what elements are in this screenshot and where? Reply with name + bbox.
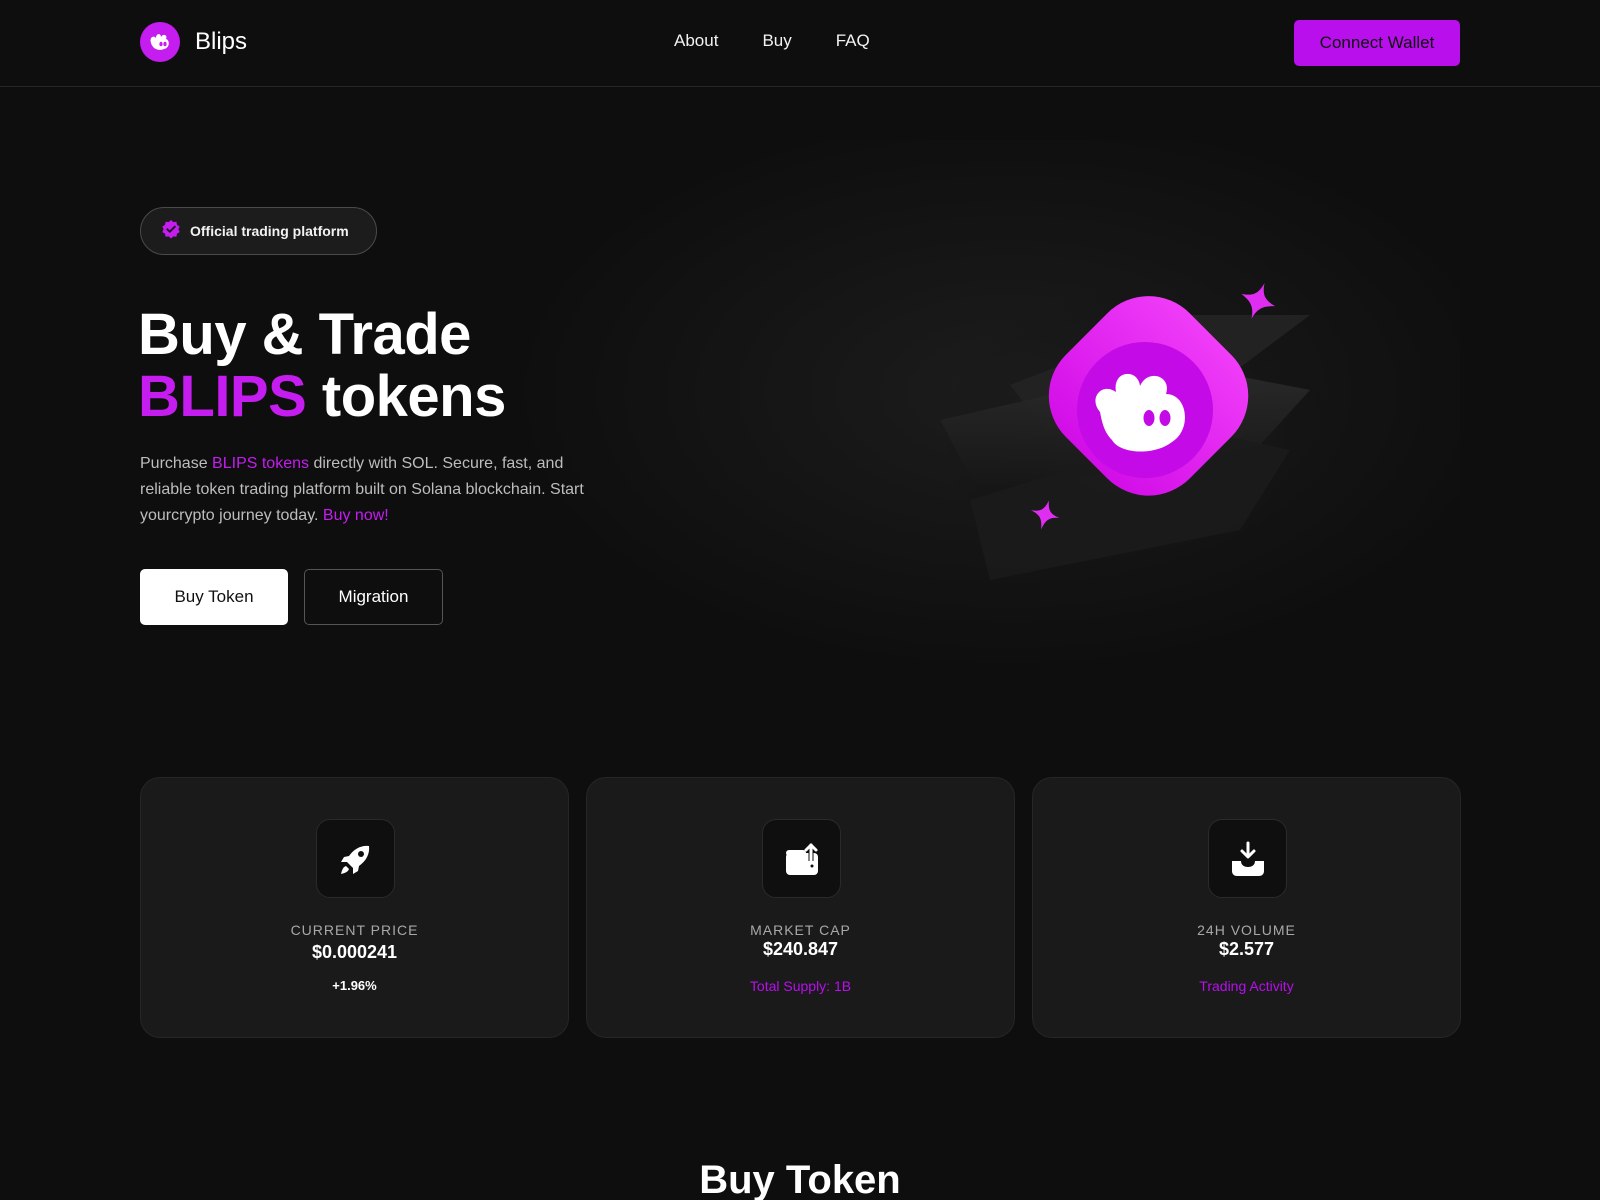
rocket-icon xyxy=(316,819,395,898)
nav-link-buy[interactable]: Buy xyxy=(762,31,791,51)
desc-prefix: Purchase xyxy=(140,455,213,472)
buy-now-link[interactable]: Buy now! xyxy=(323,507,389,524)
brand-name: Blips xyxy=(195,28,248,55)
nav-links: About Buy FAQ xyxy=(674,31,914,51)
inbox-download-icon xyxy=(1208,819,1287,898)
hero-title-rest: tokens xyxy=(306,364,506,429)
buy-token-button[interactable]: Buy Token xyxy=(140,569,288,625)
hero-description: Purchase BLIPS tokens directly with SOL.… xyxy=(140,451,590,529)
stat-value: $2.577 xyxy=(1218,939,1275,959)
stat-card-volume: 24H VOLUME $2.577 Trading Activity xyxy=(1032,777,1461,1038)
stat-value: $0.000241 xyxy=(311,942,398,962)
wallet-upload-icon xyxy=(762,819,841,898)
stat-sub: Total Supply: 1B xyxy=(749,978,852,994)
verified-badge-icon xyxy=(161,219,181,244)
nav-link-faq[interactable]: FAQ xyxy=(836,31,870,51)
blips-logo-icon xyxy=(140,22,180,62)
hero-title-line1: Buy & Trade xyxy=(138,302,471,367)
stat-change: +1.96% xyxy=(332,978,377,993)
hero-illustration xyxy=(940,270,1340,600)
stat-label: MARKET CAP xyxy=(750,922,851,938)
connect-wallet-button[interactable]: Connect Wallet xyxy=(1294,20,1460,66)
stat-label: CURRENT PRICE xyxy=(290,922,419,938)
stat-label: 24H VOLUME xyxy=(1197,922,1296,938)
desc-accent: BLIPS tokens xyxy=(212,455,309,472)
stat-card-market-cap: MARKET CAP $240.847 Total Supply: 1B xyxy=(586,777,1015,1038)
stat-sub: Trading Activity xyxy=(1199,978,1294,994)
hero-title: Buy & Trade BLIPS tokens xyxy=(138,304,506,428)
stat-card-price: CURRENT PRICE $0.000241 +1.96% xyxy=(140,777,569,1038)
hero-title-accent: BLIPS xyxy=(138,364,307,429)
brand[interactable]: Blips xyxy=(140,22,247,62)
official-badge: Official trading platform xyxy=(140,207,377,255)
nav-link-about[interactable]: About xyxy=(674,31,718,51)
badge-label: Official trading platform xyxy=(190,223,349,239)
migration-button[interactable]: Migration xyxy=(304,569,443,625)
top-navbar: Blips About Buy FAQ Connect Wallet xyxy=(0,0,1600,87)
stat-value: $240.847 xyxy=(762,939,839,959)
buy-token-heading: Buy Token xyxy=(699,1158,901,1200)
